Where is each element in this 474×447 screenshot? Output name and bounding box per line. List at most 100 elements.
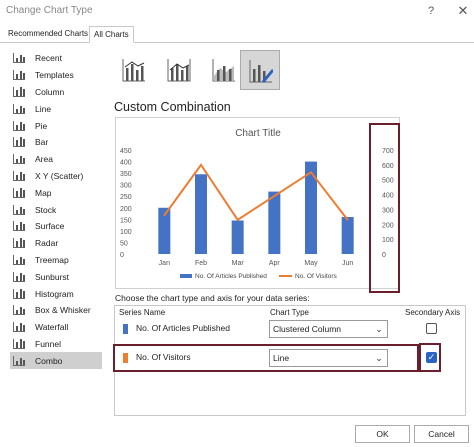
- chevron-down-icon: ⌄: [375, 324, 383, 334]
- sidebar-item-sunburst-chart[interactable]: Sunburst: [10, 268, 102, 285]
- sidebar-item-funnel-chart[interactable]: Funnel: [10, 336, 102, 353]
- ok-button[interactable]: OK: [355, 425, 410, 443]
- line-point: [236, 219, 239, 221]
- line-point: [273, 195, 276, 197]
- sidebar-item-label: Box & Whisker: [35, 305, 91, 316]
- sidebar-item-scatter-chart[interactable]: X Y (Scatter): [10, 168, 102, 185]
- sidebar-item-pie-chart[interactable]: Pie: [10, 117, 102, 134]
- sidebar-item-label: Stock: [35, 204, 57, 215]
- sidebar-item-histogram-chart[interactable]: Histogram: [10, 285, 102, 302]
- y-tick-label: 450: [120, 148, 132, 155]
- clustered-column-line-secondary-button[interactable]: [159, 50, 199, 90]
- y-tick-label: 200: [120, 206, 132, 213]
- sidebar-item-label: Radar: [35, 238, 59, 249]
- series-name: No. Of Articles Published: [136, 323, 231, 333]
- x-tick-label: Mar: [232, 260, 245, 267]
- funnel-chart-icon: [13, 338, 25, 349]
- sidebar-item-label: Recent: [35, 53, 62, 64]
- tab-recommended-charts[interactable]: Recommended Charts: [4, 26, 92, 43]
- chart-type-select[interactable]: Clustered Column ⌄: [269, 320, 388, 338]
- sidebar-item-label: Map: [35, 187, 52, 198]
- chart-category-list: Recent Templates Column Line Pie Bar Area X Y (…: [10, 50, 102, 370]
- x-tick-label: Apr: [269, 260, 281, 267]
- tab-bar: Recommended Charts All Charts: [0, 26, 474, 43]
- line-chart-icon: [13, 103, 25, 114]
- bar: [195, 174, 207, 254]
- sunburst-chart-icon: [13, 271, 25, 282]
- sidebar-item-label: Templates: [35, 70, 74, 81]
- bar: [341, 217, 354, 254]
- sidebar-item-radar-chart[interactable]: Radar: [10, 235, 102, 252]
- bar-chart-icon: [13, 137, 25, 148]
- sidebar-item-area-chart[interactable]: Area: [10, 151, 102, 168]
- sidebar-item-label: Surface: [35, 221, 65, 232]
- checkbox-highlight: [419, 343, 441, 372]
- sidebar-item-stock-chart[interactable]: Stock: [10, 201, 102, 218]
- sidebar-item-line-chart[interactable]: Line: [10, 100, 102, 117]
- x-tick-label: Jan: [159, 260, 170, 267]
- radar-chart-icon: [13, 238, 25, 249]
- stacked-area-column-button[interactable]: [204, 50, 244, 90]
- combo-subtype-2-icon: [167, 59, 191, 82]
- chart-title: Chart Title: [235, 128, 281, 139]
- legend-label: No. Of Visitors: [295, 273, 338, 280]
- x-tick-label: Jun: [342, 260, 353, 267]
- title-bar: Change Chart Type ? ✕: [0, 0, 474, 24]
- custom-combo-pencil-icon: [249, 60, 273, 83]
- y-tick-label: 350: [120, 171, 132, 178]
- sidebar-item-surface-chart[interactable]: Surface: [10, 218, 102, 235]
- combo-subtype-3-icon: [212, 59, 235, 82]
- sidebar-item-label: Sunburst: [35, 271, 70, 282]
- sidebar-item-label: Treemap: [35, 254, 69, 265]
- map-chart-icon: [13, 187, 25, 198]
- templates-icon: [13, 70, 25, 81]
- sidebar-item-templates[interactable]: Templates: [10, 67, 102, 84]
- sidebar-item-label: Funnel: [35, 338, 61, 349]
- sidebar-item-treemap-chart[interactable]: Treemap: [10, 252, 102, 269]
- sidebar-item-label: Line: [35, 103, 52, 114]
- chart-type-value: Clustered Column: [273, 324, 342, 334]
- scatter-chart-icon: [13, 170, 25, 181]
- sidebar-item-label: Waterfall: [35, 322, 69, 333]
- surface-chart-icon: [13, 221, 25, 232]
- sidebar-item-label: Histogram: [35, 288, 74, 299]
- secondary-axis-checkbox[interactable]: [426, 323, 437, 334]
- sidebar-item-column-chart[interactable]: Column: [10, 84, 102, 101]
- treemap-chart-icon: [13, 254, 25, 265]
- clustered-column-line-button[interactable]: [114, 50, 154, 90]
- series-color-swatch: [123, 324, 128, 334]
- series-line: [163, 163, 349, 222]
- sidebar-item-map-chart[interactable]: Map: [10, 184, 102, 201]
- sidebar-item-label: Combo: [35, 355, 63, 366]
- sidebar-item-recent[interactable]: Recent: [10, 50, 102, 67]
- sidebar-item-box-whisker-chart[interactable]: Box & Whisker: [10, 302, 102, 319]
- sidebar-item-label: Area: [35, 154, 53, 165]
- pie-chart-icon: [13, 120, 25, 131]
- combo-chart: Chart Title45040035030025020015010050070…: [120, 128, 394, 280]
- sidebar-item-label: Bar: [35, 137, 49, 148]
- custom-combination-button[interactable]: [240, 50, 280, 90]
- y-tick-label: 250: [120, 194, 132, 201]
- box-whisker-chart-icon: [13, 305, 25, 316]
- histogram-chart-icon: [13, 288, 25, 299]
- cancel-button[interactable]: Cancel: [414, 425, 469, 443]
- sidebar-item-bar-chart[interactable]: Bar: [10, 134, 102, 151]
- area-chart-icon: [13, 154, 25, 165]
- bar: [231, 220, 244, 254]
- y-tick-label: 400: [120, 160, 132, 167]
- line-point: [346, 219, 349, 221]
- close-icon[interactable]: ✕: [455, 3, 471, 19]
- secondary-axis-highlight: [369, 123, 400, 293]
- combo-subtype-1-icon: [122, 59, 145, 82]
- sidebar-item-label: Column: [35, 86, 65, 97]
- sidebar-item-label: Pie: [35, 120, 48, 131]
- tab-all-charts[interactable]: All Charts: [89, 26, 134, 43]
- sidebar-item-combo-chart[interactable]: Combo: [10, 352, 102, 370]
- sidebar-item-waterfall-chart[interactable]: Waterfall: [10, 319, 102, 336]
- series-row: No. Of Articles Published Clustered Colu…: [114, 316, 466, 342]
- waterfall-chart-icon: [13, 322, 25, 333]
- line-point: [163, 214, 166, 217]
- chart-preview: Chart Title 450 400 350 300 250 200 150 100 50 0 70…: [115, 117, 400, 289]
- help-icon[interactable]: ?: [423, 3, 439, 19]
- section-title: Custom Combination: [114, 100, 231, 114]
